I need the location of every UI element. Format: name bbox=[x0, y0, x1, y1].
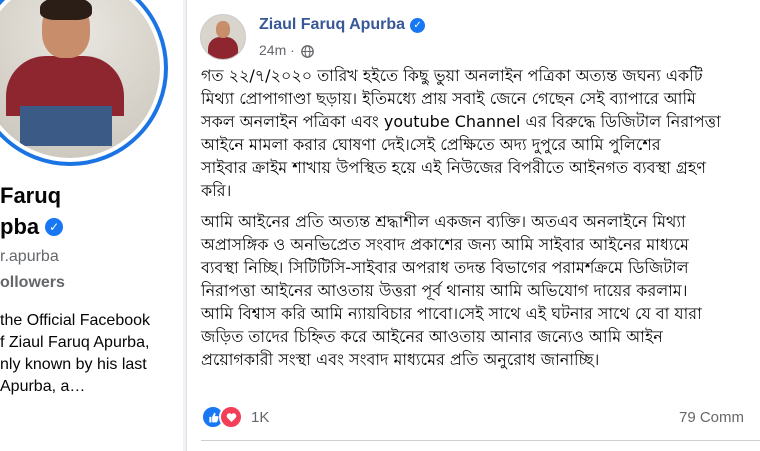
verified-badge-icon: ✓ bbox=[410, 18, 426, 33]
reactions-count[interactable]: 1K bbox=[251, 409, 269, 426]
love-icon bbox=[219, 405, 243, 429]
profile-followers[interactable]: ollowers bbox=[0, 274, 65, 292]
comments-count[interactable]: 79 Comm bbox=[679, 409, 744, 426]
post-meta: 24m · bbox=[259, 42, 314, 58]
profile-photo bbox=[0, 0, 160, 158]
post-divider bbox=[201, 440, 760, 441]
post-card: Ziaul Faruq Apurba ✓ 24m · গত ২২/৭/২০২০ ত… bbox=[186, 0, 760, 451]
post-paragraph-2: আমি আইনের প্রতি অত্যন্ত শ্রদ্ধাশীল একজন … bbox=[201, 212, 702, 369]
post-author-avatar[interactable] bbox=[200, 14, 246, 60]
meta-separator: · bbox=[290, 42, 295, 58]
reactions-summary[interactable]: 1K bbox=[201, 405, 269, 429]
post-author-name[interactable]: Ziaul Faruq Apurba ✓ bbox=[259, 16, 426, 34]
post-timestamp[interactable]: 24m bbox=[259, 42, 286, 58]
profile-name-line2: pba ✓ bbox=[0, 214, 64, 240]
post-body: গত ২২/৭/২০২০ তারিখ হইতে কিছু ভুয়া অনলাই… bbox=[201, 64, 760, 379]
profile-avatar[interactable] bbox=[0, 0, 168, 166]
profile-handle[interactable]: r.apurba bbox=[0, 248, 59, 266]
verified-badge-icon: ✓ bbox=[45, 218, 64, 236]
globe-icon[interactable] bbox=[300, 45, 314, 58]
profile-sidebar: Faruq pba ✓ r.apurba ollowers the Officia… bbox=[0, 0, 183, 451]
post-paragraph-1: গত ২২/৭/২০২০ তারিখ হইতে কিছু ভুয়া অনলাই… bbox=[201, 66, 721, 200]
profile-about: the Official Facebook f Ziaul Faruq Apur… bbox=[0, 312, 151, 395]
profile-name-line1: Faruq bbox=[0, 183, 62, 208]
